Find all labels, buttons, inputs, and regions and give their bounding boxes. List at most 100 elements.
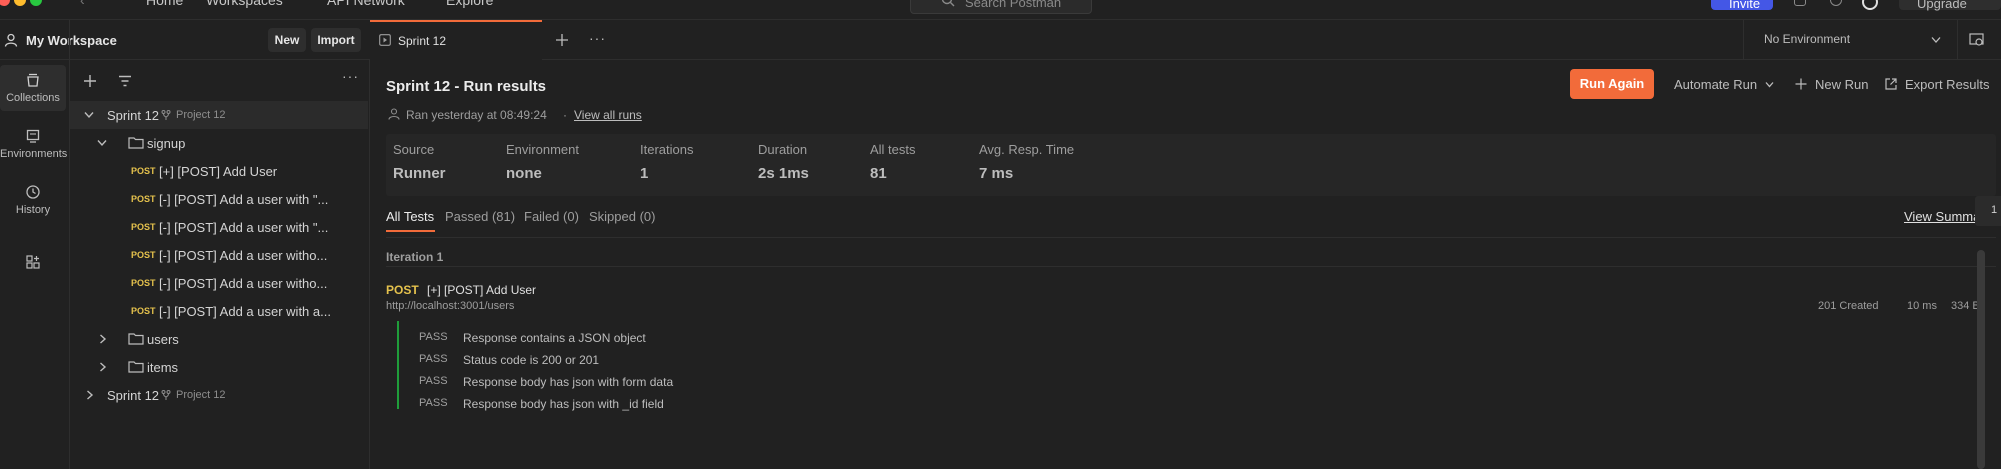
collection-name: Sprint 12 xyxy=(107,388,160,403)
tab-skipped[interactable]: Skipped (0) xyxy=(589,209,655,224)
chevron-down-icon[interactable] xyxy=(97,139,107,147)
request-row[interactable]: POST [-] [POST] Add a user with a... xyxy=(70,297,368,325)
request-name[interactable]: [+] [POST] Add User xyxy=(427,283,536,297)
request-row[interactable]: POST [-] [POST] Add a user witho... xyxy=(70,269,368,297)
request-row[interactable]: POST [-] [POST] Add a user with "... xyxy=(70,185,368,213)
stat-value-duration: 2s 1ms xyxy=(758,165,809,182)
divider xyxy=(386,266,1996,267)
method-badge: POST xyxy=(131,278,156,288)
search-placeholder: Search Postman xyxy=(965,0,1062,10)
request-row[interactable]: POST [+] [POST] Add User xyxy=(70,157,368,185)
test-name: Response contains a JSON object xyxy=(463,331,646,345)
run-results-panel: Sprint 12 - Run results Ran yesterday at… xyxy=(370,60,2001,469)
plus-icon xyxy=(1795,78,1807,90)
tab-label: Sprint 12 xyxy=(398,34,447,48)
sidebar-search-input[interactable] xyxy=(140,70,332,92)
response-size: 334 B xyxy=(1951,300,1980,312)
request-method-badge: POST xyxy=(386,283,419,297)
import-button[interactable]: Import xyxy=(311,28,361,52)
folder-row-users[interactable]: users xyxy=(70,325,368,353)
chevron-down-icon xyxy=(1765,82,1774,88)
configure-workbench-icon xyxy=(26,255,40,269)
tab-passed[interactable]: Passed (81) xyxy=(445,209,515,224)
test-result-badge: PASS xyxy=(419,353,448,365)
request-row[interactable]: POST [-] [POST] Add a user with "... xyxy=(70,213,368,241)
chevron-right-icon[interactable] xyxy=(99,334,107,344)
rail-configure[interactable] xyxy=(0,254,66,274)
fork-icon xyxy=(161,390,171,400)
folder-row-signup[interactable]: signup xyxy=(70,129,368,157)
method-badge: POST xyxy=(131,250,156,260)
request-name: [-] [POST] Add a user witho... xyxy=(159,276,328,291)
environments-icon xyxy=(26,129,40,143)
settings-gear-icon[interactable] xyxy=(1830,0,1842,6)
stat-label-all-tests: All tests xyxy=(870,142,916,157)
back-arrow-icon[interactable]: ‹ xyxy=(80,0,85,8)
environment-select[interactable]: No Environment xyxy=(1743,20,1957,60)
close-window-control[interactable] xyxy=(0,0,10,6)
request-name: [-] [POST] Add a user with "... xyxy=(159,220,329,235)
tab-all-tests[interactable]: All Tests xyxy=(386,209,434,224)
nav-api-network[interactable]: API Network xyxy=(327,0,405,8)
tab-overflow-icon[interactable]: ··· xyxy=(589,30,606,46)
sync-icon[interactable] xyxy=(1794,0,1806,6)
chevron-right-icon[interactable] xyxy=(86,390,94,400)
search-input[interactable]: Search Postman xyxy=(910,0,1092,14)
environment-quick-look[interactable] xyxy=(1957,20,2001,60)
nav-explore[interactable]: Explore xyxy=(446,0,493,8)
add-collection-icon[interactable] xyxy=(83,74,97,88)
zoom-window-control[interactable] xyxy=(30,0,42,6)
nav-workspaces[interactable]: Workspaces xyxy=(206,0,283,8)
pass-status-bar xyxy=(397,321,399,409)
run-stats-panel: Source Runner Environment none Iteration… xyxy=(386,134,1996,196)
rail-environments-label: Environments xyxy=(0,148,68,160)
rail-collections[interactable]: Collections xyxy=(0,72,66,104)
rail-environments[interactable]: Environments xyxy=(0,128,68,160)
tab-failed[interactable]: Failed (0) xyxy=(524,209,579,224)
view-all-runs-link[interactable]: View all runs xyxy=(574,108,642,122)
filter-icon[interactable] xyxy=(118,75,132,87)
search-icon xyxy=(941,0,955,7)
test-result-badge: PASS xyxy=(419,397,448,409)
tab-sprint-12[interactable]: Sprint 12 xyxy=(370,20,542,60)
collection-row[interactable]: Sprint 12 Project 12 xyxy=(70,381,368,409)
stat-label-environment: Environment xyxy=(506,142,579,157)
active-tab-underline xyxy=(386,230,435,232)
collection-fork-label: Project 12 xyxy=(176,109,226,121)
export-results-button[interactable]: Export Results xyxy=(1885,69,1997,99)
new-tab-plus-icon[interactable] xyxy=(555,33,569,47)
request-row[interactable]: POST [-] [POST] Add a user witho... xyxy=(70,241,368,269)
collection-fork-label: Project 12 xyxy=(176,389,226,401)
divider xyxy=(386,237,1996,238)
separator-dot: · xyxy=(563,108,567,122)
new-run-button[interactable]: New Run xyxy=(1795,69,1871,99)
stat-label-source: Source xyxy=(393,142,435,157)
upgrade-button[interactable]: Upgrade xyxy=(1899,0,2001,11)
minimize-window-control[interactable] xyxy=(14,0,26,6)
environment-quick-look-icon xyxy=(1969,33,1984,46)
stat-value-iterations: 1 xyxy=(640,165,649,182)
rail-collections-label: Collections xyxy=(6,92,60,104)
run-again-button[interactable]: Run Again xyxy=(1570,69,1654,99)
nav-home[interactable]: Home xyxy=(146,0,183,8)
ran-timestamp: Ran yesterday at 08:49:24 xyxy=(406,108,547,122)
collection-row[interactable]: Sprint 12 Project 12 xyxy=(70,101,368,129)
avatar[interactable] xyxy=(1862,0,1878,10)
tab-bar: Sprint 12 ··· No Environment xyxy=(370,20,2001,60)
scrollbar-thumb[interactable] xyxy=(1977,250,1985,469)
automate-run-button[interactable]: Automate Run xyxy=(1674,69,1774,99)
rail-history[interactable]: History xyxy=(0,184,66,216)
new-button[interactable]: New xyxy=(268,28,306,52)
more-options-icon[interactable]: ··· xyxy=(342,68,359,84)
folder-row-items[interactable]: items xyxy=(70,353,368,381)
test-name: Response body has json with form data xyxy=(463,375,674,389)
chevron-right-icon[interactable] xyxy=(99,362,107,372)
test-name: Response body has json with _id field xyxy=(463,397,664,411)
method-badge: POST xyxy=(131,194,156,204)
user-icon xyxy=(388,108,400,120)
export-results-label: Export Results xyxy=(1905,77,1990,92)
folder-label: signup xyxy=(147,136,186,151)
stat-value-source: Runner xyxy=(393,165,446,182)
chevron-down-icon[interactable] xyxy=(84,111,94,119)
invite-button[interactable]: Invite xyxy=(1711,0,1773,11)
